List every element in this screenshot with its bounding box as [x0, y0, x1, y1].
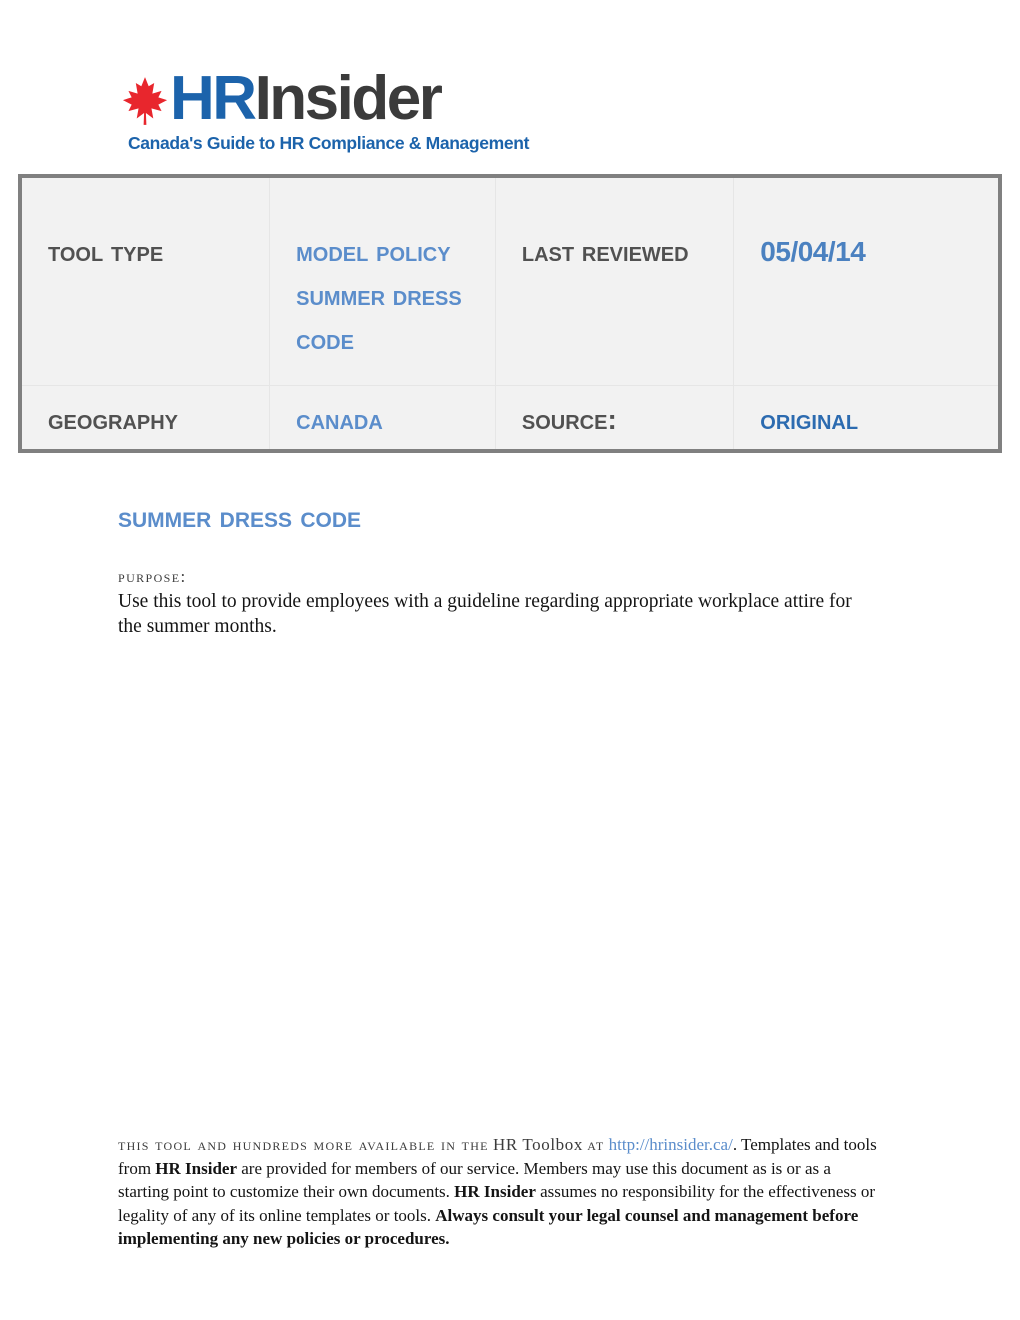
footer-toolbox-caps: HR Toolbox: [493, 1135, 583, 1154]
meta-label-tool-type: Tool Type: [48, 236, 164, 267]
logo-text: HRInsider: [170, 68, 443, 130]
footer-paragraph: This tool and hundreds more available in…: [118, 1133, 882, 1251]
hrinsider-link[interactable]: http://hrinsider.ca/: [609, 1135, 733, 1154]
meta-cell-value-source: Original: [734, 385, 998, 449]
meta-cell-label-geography: Geography: [22, 385, 271, 449]
maple-leaf-icon: [122, 77, 168, 125]
meta-label-source: Source:: [521, 403, 617, 435]
logo-tagline: Canada's Guide to HR Compliance & Manage…: [128, 133, 530, 153]
footer-brand-1: HR Insider: [155, 1158, 238, 1178]
purpose-section: Purpose: Use this tool to provide employ…: [118, 566, 878, 639]
meta-grid: Tool Type Model Policy Summer Dress Code…: [22, 178, 998, 449]
meta-value-geography: Canada: [296, 403, 383, 435]
meta-cell-label-last-reviewed: Last Reviewed: [495, 178, 735, 386]
table-row: Geography Canada Source: Original: [22, 385, 998, 449]
meta-value-source: Original: [760, 403, 859, 435]
meta-cell-value-last-reviewed: 05/04/14: [733, 178, 998, 386]
meta-value-tool-type: Model Policy Summer Dress Code: [296, 236, 462, 355]
footer-disclaimer: This tool and hundreds more available in…: [118, 1116, 882, 1268]
page-title: Summer Dress Code: [118, 501, 362, 534]
meta-cell-value-geography: Canada: [269, 385, 496, 449]
logo-word-primary: HR: [170, 64, 257, 133]
meta-cell-label-source: Source:: [495, 385, 735, 449]
meta-label-geography: Geography: [48, 403, 179, 435]
document-meta-table: Tool Type Model Policy Summer Dress Code…: [18, 174, 1002, 453]
meta-value-last-reviewed: 05/04/14: [760, 236, 866, 267]
footer-brand-2: HR Insider: [454, 1182, 536, 1201]
hr-insider-logo: HRInsider Canada's Guide to HR Complianc…: [122, 56, 530, 154]
logo-word-secondary: Insider: [254, 64, 443, 133]
purpose-label: Purpose:: [118, 567, 187, 586]
logo-wordmark-row: HRInsider: [122, 56, 522, 130]
footer-at-caps: at: [587, 1135, 605, 1154]
meta-cell-value-tool-type: Model Policy Summer Dress Code: [269, 178, 496, 386]
meta-label-last-reviewed: Last Reviewed: [521, 236, 689, 267]
table-row: Tool Type Model Policy Summer Dress Code…: [22, 178, 998, 386]
meta-cell-label-tool-type: Tool Type: [22, 178, 271, 386]
purpose-text: Use this tool to provide employees with …: [118, 591, 852, 637]
document-page: { "logo": { "leaf_icon": "maple-leaf-ico…: [0, 0, 1020, 1320]
footer-lead-caps: This tool and hundreds more available in…: [118, 1135, 489, 1154]
